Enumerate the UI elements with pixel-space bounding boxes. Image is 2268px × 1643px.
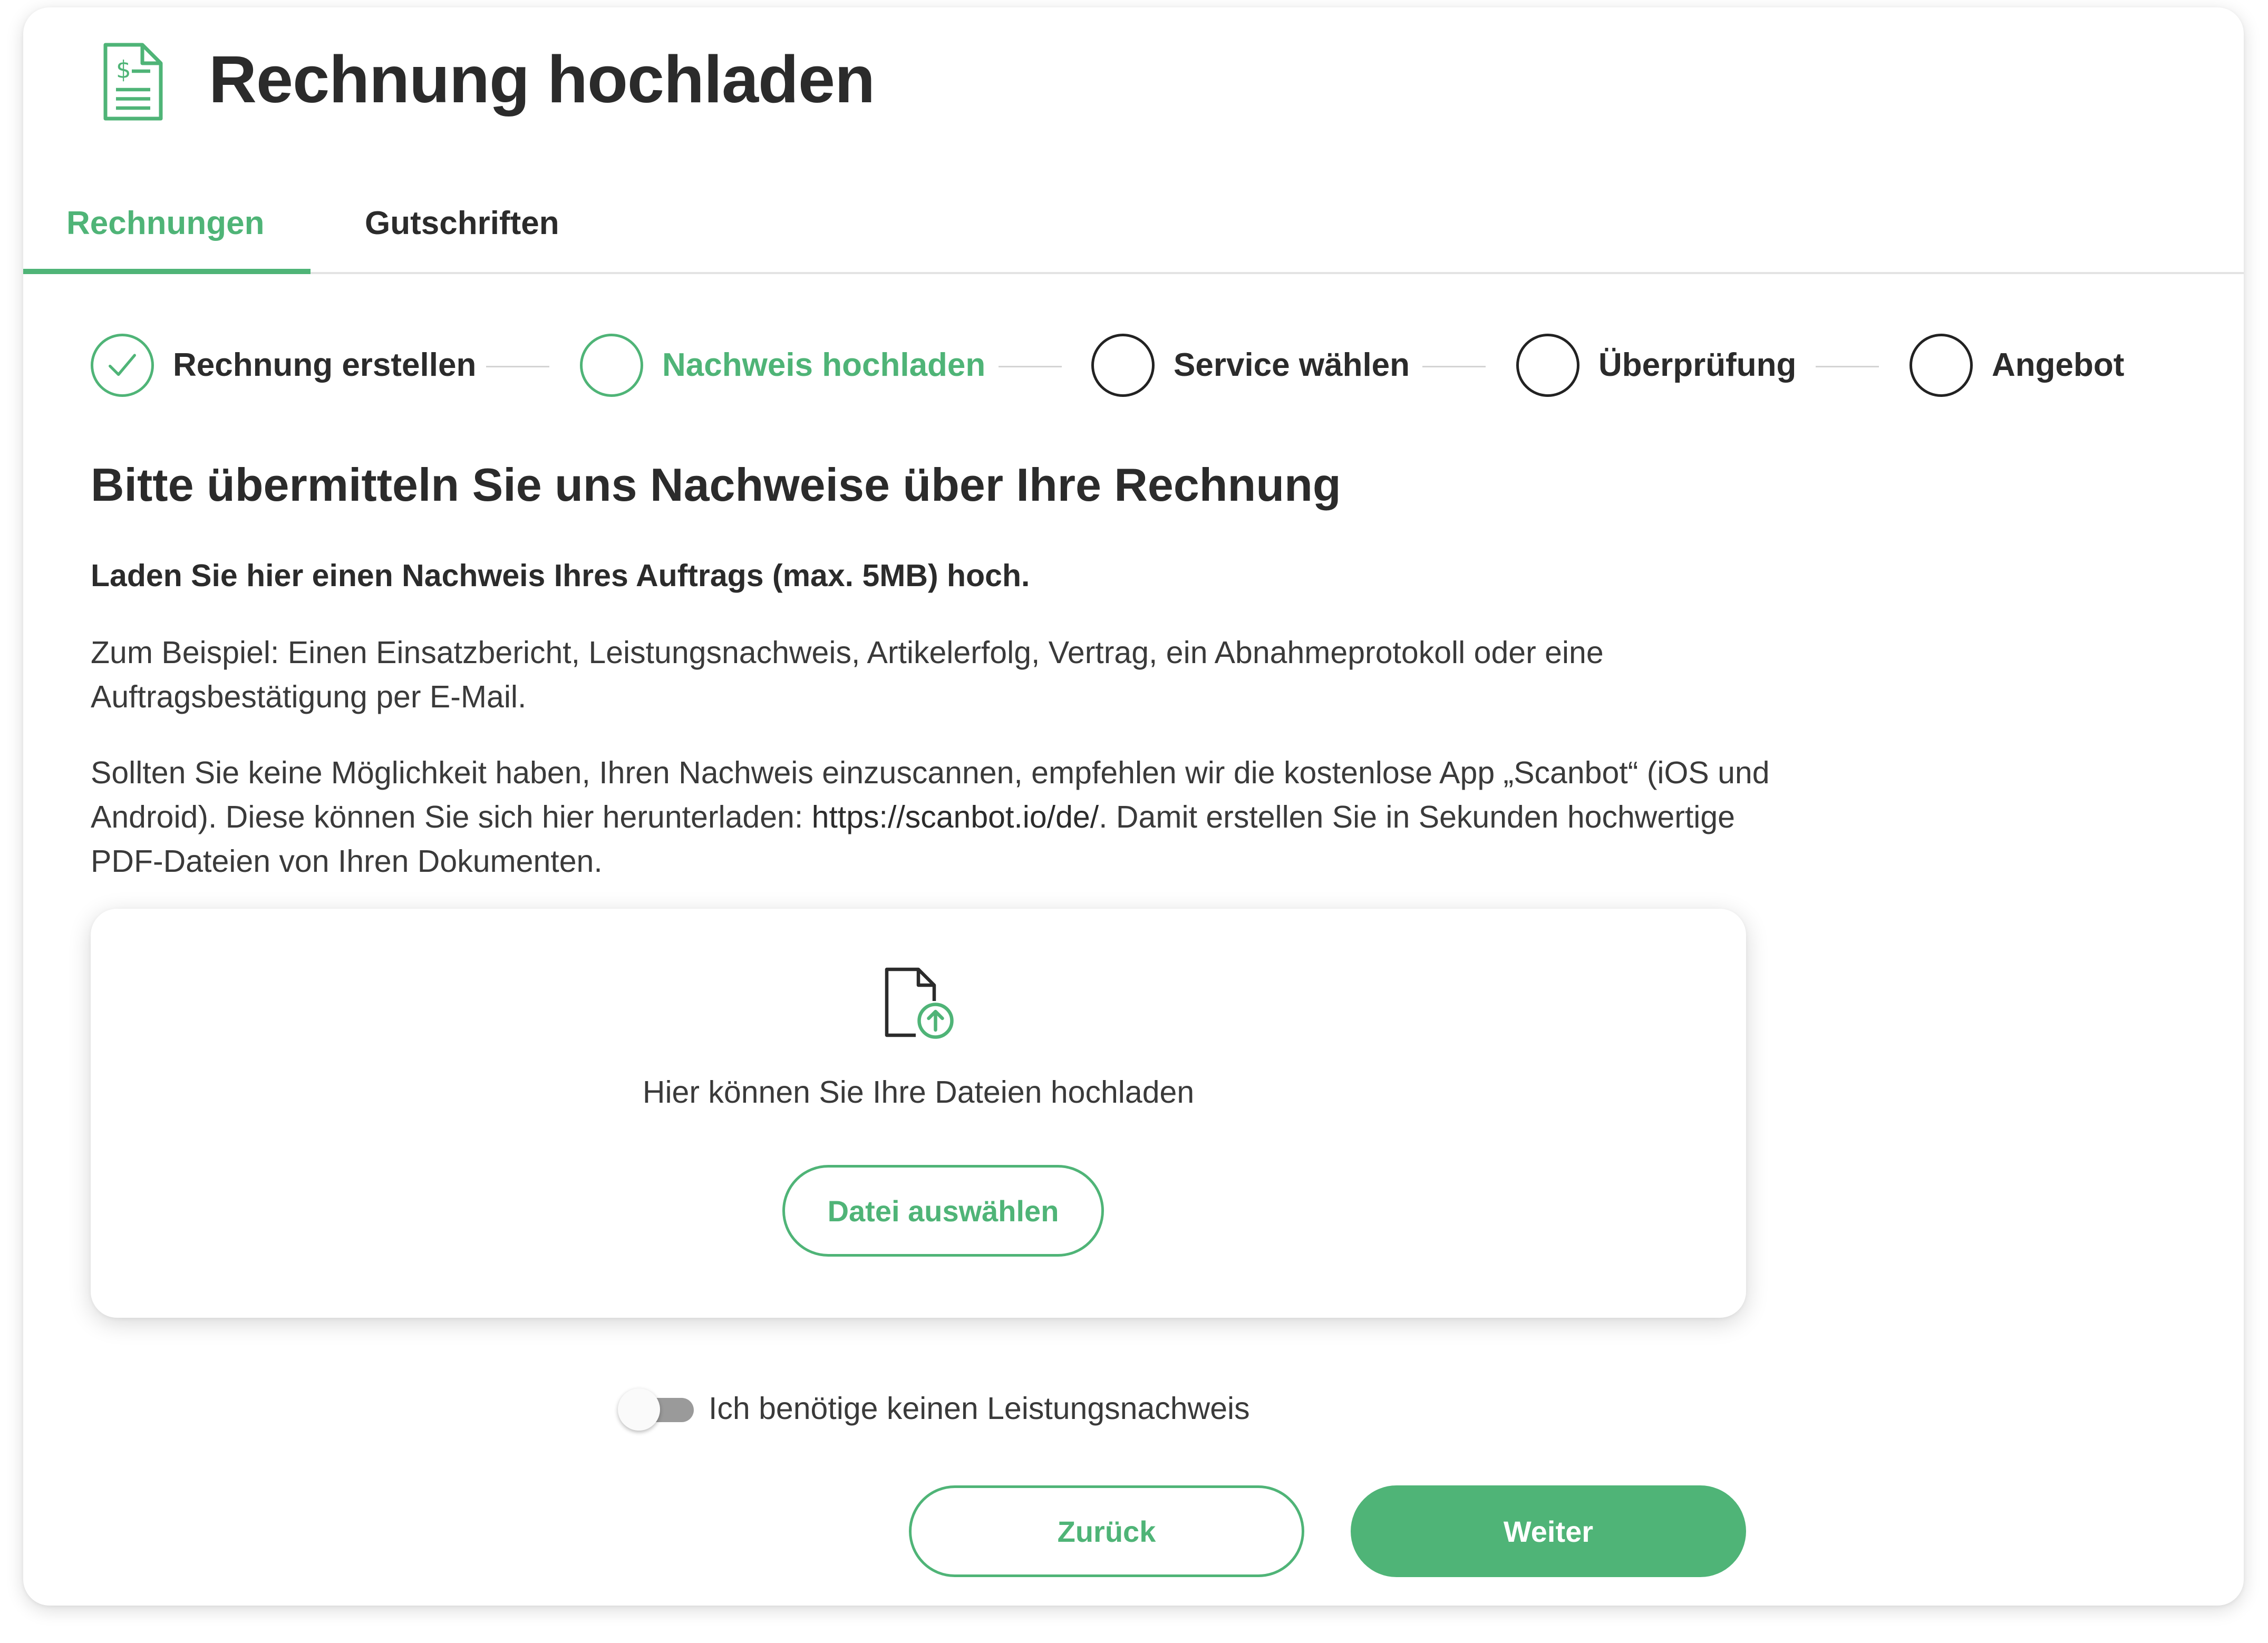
examples-paragraph: Zum Beispiel: Einen Einsatzbericht, Leis… bbox=[91, 635, 1604, 714]
step-service-waehlen: Service wählen bbox=[1091, 332, 1410, 398]
step-upcoming-circle bbox=[1516, 334, 1579, 397]
upload-instruction: Laden Sie hier einen Nachweis Ihres Auft… bbox=[91, 558, 1030, 593]
step-rechnung-erstellen: Rechnung erstellen bbox=[91, 332, 476, 398]
back-button[interactable]: Zurück bbox=[909, 1485, 1304, 1577]
choose-file-button[interactable]: Datei auswählen bbox=[782, 1165, 1104, 1257]
section-heading: Bitte übermitteln Sie uns Nachweise über… bbox=[91, 459, 1341, 511]
next-button[interactable]: Weiter bbox=[1351, 1485, 1746, 1577]
no-proof-toggle[interactable] bbox=[618, 1388, 694, 1431]
step-nachweis-hochladen: Nachweis hochladen bbox=[580, 332, 985, 398]
svg-text:$: $ bbox=[116, 56, 131, 84]
tab-gutschriften[interactable]: Gutschriften bbox=[365, 202, 559, 245]
upload-invoice-card: $ Rechnung hochladen Rechnungen Gutschri… bbox=[23, 7, 2244, 1606]
step-label: Angebot bbox=[1992, 347, 2125, 383]
active-tab-indicator bbox=[23, 269, 311, 274]
step-label: Service wählen bbox=[1174, 347, 1410, 383]
file-dropzone[interactable]: Hier können Sie Ihre Dateien hochladen D… bbox=[91, 909, 1746, 1318]
scanbot-paragraph: Sollten Sie keine Möglichkeit haben, Ihr… bbox=[91, 751, 1778, 883]
step-separator bbox=[1422, 366, 1486, 367]
invoice-document-icon: $ bbox=[103, 43, 163, 121]
dropzone-text: Hier können Sie Ihre Dateien hochladen bbox=[642, 1075, 1195, 1110]
no-proof-toggle-label[interactable]: Ich benötige keinen Leistungsnachweis bbox=[709, 1386, 1250, 1431]
step-label: Rechnung erstellen bbox=[173, 347, 477, 383]
step-ueberpruefung: Überprüfung bbox=[1516, 332, 1796, 398]
step-separator bbox=[486, 366, 549, 367]
step-completed-circle bbox=[91, 334, 154, 397]
step-upcoming-circle bbox=[1091, 334, 1155, 397]
step-separator bbox=[1816, 366, 1879, 367]
step-upcoming-circle bbox=[1910, 334, 1973, 397]
step-label: Nachweis hochladen bbox=[662, 347, 986, 383]
step-label: Überprüfung bbox=[1598, 347, 1797, 383]
step-angebot: Angebot bbox=[1910, 332, 2124, 398]
tab-bar: Rechnungen Gutschriften bbox=[23, 187, 2244, 274]
page-title: Rechnung hochladen bbox=[209, 42, 875, 116]
checkmark-icon bbox=[109, 354, 136, 376]
step-separator bbox=[999, 366, 1062, 367]
tab-rechnungen[interactable]: Rechnungen bbox=[66, 202, 264, 245]
file-upload-icon bbox=[885, 967, 954, 1039]
step-current-circle bbox=[580, 334, 643, 397]
scanbot-link[interactable]: https://scanbot.io/de/ bbox=[812, 800, 1099, 834]
toggle-knob bbox=[618, 1388, 660, 1431]
